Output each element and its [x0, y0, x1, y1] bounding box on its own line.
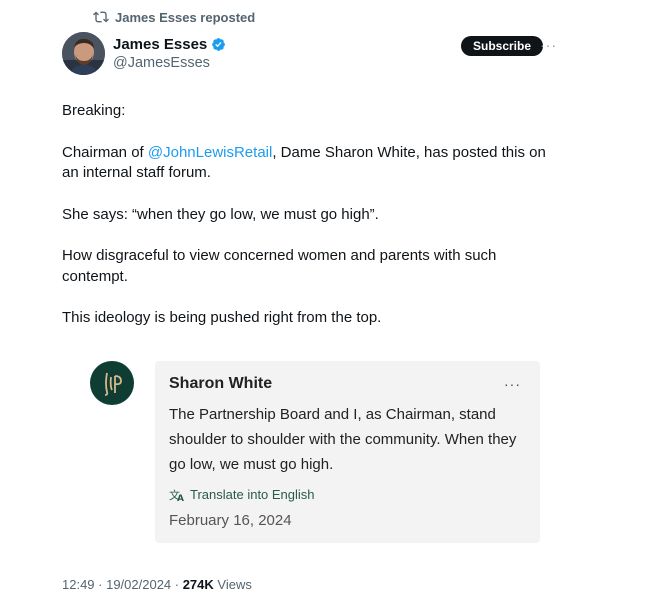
- more-options-icon[interactable]: ···: [540, 36, 556, 54]
- author-name-row[interactable]: James Esses: [113, 36, 226, 53]
- tweet-text: Breaking: Chairman of @JohnLewisRetail, …: [62, 101, 552, 350]
- embedded-post-text: The Partnership Board and I, as Chairman…: [169, 406, 517, 473]
- repost-label: James Esses reposted: [115, 9, 256, 25]
- tweet-paragraph: She says: “when they go low, we must go …: [62, 205, 379, 223]
- repost-indicator[interactable]: James Esses reposted: [93, 9, 255, 25]
- john-lewis-logo-icon: [90, 361, 134, 405]
- tweet-paragraph: Chairman of @JohnLewisRetail, Dame Sharo…: [62, 143, 552, 184]
- verified-badge-icon: [212, 38, 226, 51]
- translate-link: 文 A Translate into English: [169, 487, 315, 502]
- translate-label: Translate into English: [190, 487, 315, 502]
- translate-icon: 文 A: [169, 488, 184, 502]
- embedded-post-card: Sharon White ··· The Partnership Board a…: [155, 361, 540, 543]
- tweet-paragraph: Breaking:: [62, 102, 126, 119]
- embedded-post-date: February 16, 2024: [169, 512, 292, 529]
- embedded-author-name: Sharon White: [169, 375, 273, 392]
- avatar[interactable]: [62, 32, 105, 75]
- mention-link[interactable]: @JohnLewisRetail: [148, 144, 272, 161]
- views-count: 274K: [182, 577, 214, 592]
- embedded-more-options-icon: ···: [504, 376, 521, 392]
- repost-icon: [93, 11, 109, 23]
- timestamp[interactable]: 12:49 · 19/02/2024 ·: [62, 577, 183, 592]
- svg-text:A: A: [177, 494, 184, 502]
- tweet-text-segment: Chairman of: [62, 143, 148, 161]
- tweet-paragraph: How disgraceful to view concerned women …: [62, 247, 497, 285]
- views-label: Views: [213, 577, 252, 592]
- author-handle[interactable]: @JamesEsses: [113, 55, 210, 71]
- tweet-paragraph: This ideology is being pushed right from…: [62, 309, 382, 326]
- author-name[interactable]: James Esses: [113, 36, 207, 53]
- subscribe-button[interactable]: Subscribe: [461, 36, 544, 56]
- tweet-metadata: 12:49 · 19/02/2024 · 274K Views: [62, 577, 252, 592]
